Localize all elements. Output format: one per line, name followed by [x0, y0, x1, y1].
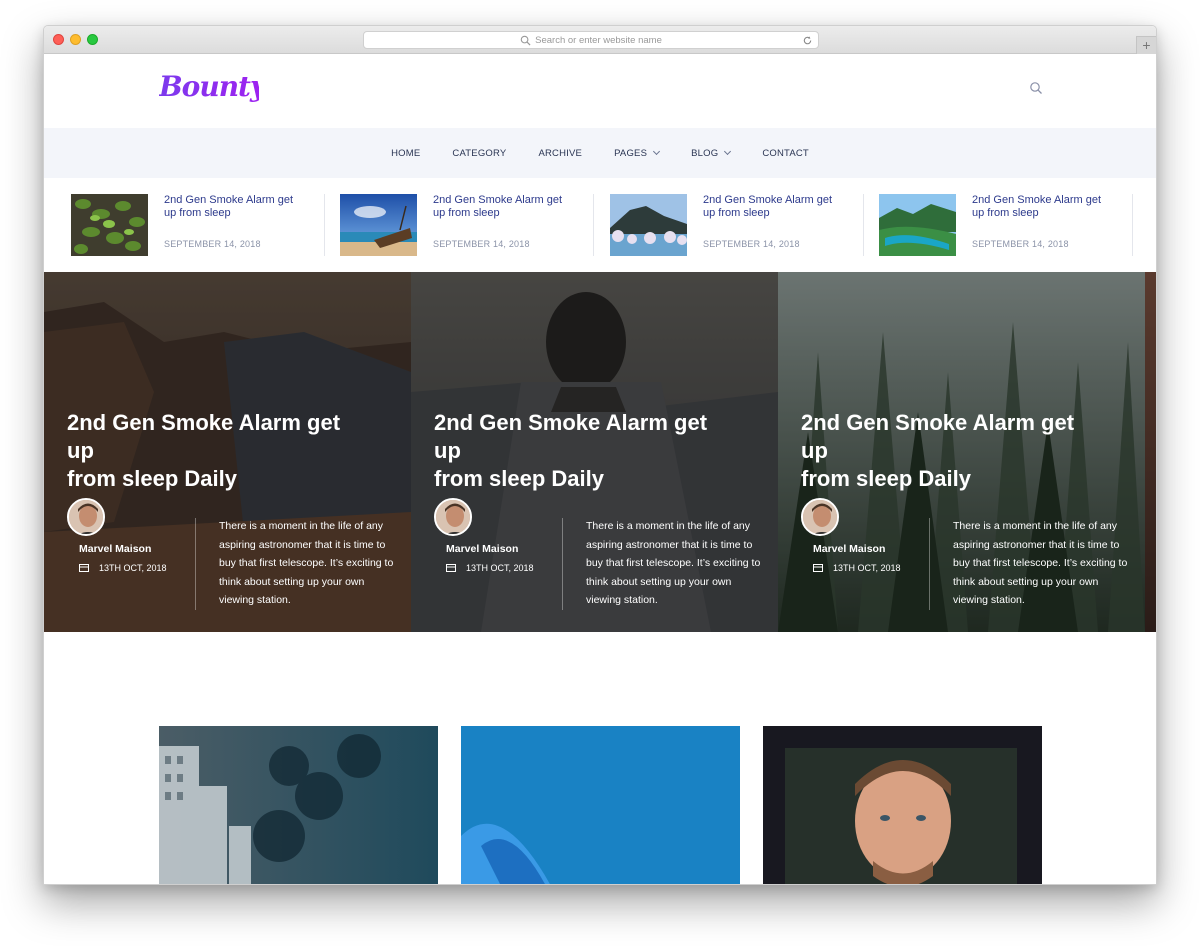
nav-item-label: HOME — [391, 147, 421, 159]
post-cards — [44, 726, 1156, 884]
recent-post-title[interactable]: 2nd Gen Smoke Alarm get up from sleep — [972, 194, 1102, 220]
address-bar[interactable]: Search or enter website name — [363, 31, 819, 49]
divider — [562, 518, 563, 610]
recent-post-thumbnail[interactable] — [71, 194, 148, 256]
post-card-image[interactable] — [763, 726, 1042, 884]
post-date: 13TH OCT, 2018 — [446, 563, 534, 573]
post-date-text: 13TH OCT, 2018 — [99, 563, 167, 573]
recent-post-thumbnail[interactable] — [340, 194, 417, 256]
browser-titlebar: Search or enter website name + — [44, 26, 1156, 54]
divider — [195, 518, 196, 610]
page-background: Search or enter website name + Bounty HO… — [0, 0, 1200, 946]
nav-item-label: CATEGORY — [452, 147, 507, 159]
post-date: 13TH OCT, 2018 — [813, 563, 901, 573]
nav-item-archive[interactable]: ARCHIVE — [522, 148, 598, 159]
recent-post-item[interactable]: 2nd Gen Smoke Alarm get up from sleep SE… — [879, 194, 1149, 256]
chevron-down-icon — [653, 147, 661, 156]
featured-posts: 2nd Gen Smoke Alarm get up from sleep Dail… — [44, 272, 1156, 632]
calendar-icon — [813, 564, 823, 572]
close-window-button[interactable] — [53, 34, 64, 45]
title-line: up — [67, 438, 94, 463]
nav-item-label: BLOG — [691, 147, 719, 159]
main-navigation: HOME CATEGORY ARCHIVE PAGES BLOG CONTACT — [44, 128, 1156, 178]
logo-wordmark-icon: Bounty — [159, 70, 259, 103]
featured-post-excerpt: There is a moment in the life of any asp… — [219, 520, 394, 606]
featured-post-title[interactable]: 2nd Gen Smoke Alarm get up from sleep Dail… — [67, 409, 387, 493]
recent-post-thumbnail[interactable] — [610, 194, 687, 256]
recent-post-item[interactable]: 2nd Gen Smoke Alarm get up from sleep SE… — [340, 194, 610, 256]
new-tab-button[interactable]: + — [1136, 36, 1156, 54]
avatar[interactable] — [434, 498, 472, 536]
nav-item-category[interactable]: CATEGORY — [436, 148, 522, 159]
recent-post-item[interactable]: 2nd Gen Smoke Alarm get up from sleep SE… — [610, 194, 880, 256]
post-date: 13TH OCT, 2018 — [79, 563, 167, 573]
avatar[interactable] — [801, 498, 839, 536]
divider — [593, 194, 594, 256]
post-card-image[interactable] — [159, 726, 438, 884]
chevron-down-icon — [724, 147, 732, 156]
search-icon[interactable] — [1029, 81, 1043, 95]
title-line: from sleep Daily — [67, 466, 237, 491]
logo-text: Bounty — [159, 70, 259, 103]
recent-posts-strip: 2nd Gen Smoke Alarm get up from sleep SE… — [44, 178, 1156, 272]
featured-post-excerpt: There is a moment in the life of any asp… — [953, 520, 1128, 606]
address-placeholder: Search or enter website name — [535, 34, 662, 46]
recent-post-date: SEPTEMBER 14, 2018 — [433, 239, 530, 249]
title-line: 2nd Gen Smoke Alarm get — [801, 410, 1075, 435]
zoom-window-button[interactable] — [87, 34, 98, 45]
minimize-window-button[interactable] — [70, 34, 81, 45]
featured-post-card[interactable]: 2nd Gen Smoke Alarm get up from sleep Dail… — [411, 272, 778, 632]
calendar-icon — [79, 564, 89, 572]
nav-item-home[interactable]: HOME — [375, 148, 436, 159]
nav-item-label: CONTACT — [762, 147, 809, 159]
featured-post-card[interactable]: 2nd Gen Smoke Alarm get up from sleep Dail… — [778, 272, 1145, 632]
title-line: from sleep Daily — [434, 466, 604, 491]
featured-post-title[interactable]: 2nd Gen Smoke Alarm get up from sleep Dail… — [801, 409, 1121, 493]
author-name[interactable]: Marvel Maison — [446, 543, 518, 555]
title-line: up — [434, 438, 461, 463]
post-date-text: 13TH OCT, 2018 — [466, 563, 534, 573]
featured-post-excerpt: There is a moment in the life of any asp… — [586, 520, 761, 606]
recent-post-date: SEPTEMBER 14, 2018 — [164, 239, 261, 249]
recent-post-date: SEPTEMBER 14, 2018 — [972, 239, 1069, 249]
featured-post-card[interactable]: 2nd Gen Smoke Alarm get up from sleep Dail… — [44, 272, 411, 632]
title-line: from sleep Daily — [801, 466, 971, 491]
author-name[interactable]: Marvel Maison — [79, 543, 151, 555]
nav-item-blog[interactable]: BLOG — [675, 148, 746, 159]
website: Bounty HOME CATEGORY ARCHIVE PAGES BLOG CONTA… — [44, 54, 1156, 884]
title-line: up — [801, 438, 828, 463]
post-date-text: 13TH OCT, 2018 — [833, 563, 901, 573]
recent-post-date: SEPTEMBER 14, 2018 — [703, 239, 800, 249]
recent-post-item[interactable]: 2nd Gen Smoke Alarm get up from sleep SE… — [71, 194, 341, 256]
recent-post-thumbnail[interactable] — [879, 194, 956, 256]
divider — [863, 194, 864, 256]
divider — [324, 194, 325, 256]
author-name[interactable]: Marvel Maison — [813, 543, 885, 555]
site-header: Bounty — [44, 54, 1156, 128]
divider — [1132, 194, 1133, 256]
search-icon — [520, 35, 531, 46]
calendar-icon — [446, 564, 456, 572]
nav-item-pages[interactable]: PAGES — [598, 148, 675, 159]
nav-item-label: ARCHIVE — [538, 147, 583, 159]
nav-item-contact[interactable]: CONTACT — [746, 148, 825, 159]
nav-item-label: PAGES — [614, 147, 648, 159]
browser-window: Search or enter website name + Bounty HO… — [43, 25, 1157, 885]
recent-post-title[interactable]: 2nd Gen Smoke Alarm get up from sleep — [703, 194, 833, 220]
recent-post-title[interactable]: 2nd Gen Smoke Alarm get up from sleep — [164, 194, 294, 220]
next-slide-peek — [1145, 272, 1156, 632]
post-card-image[interactable] — [461, 726, 740, 884]
avatar[interactable] — [67, 498, 105, 536]
recent-post-title[interactable]: 2nd Gen Smoke Alarm get up from sleep — [433, 194, 563, 220]
featured-post-title[interactable]: 2nd Gen Smoke Alarm get up from sleep Dail… — [434, 409, 754, 493]
title-line: 2nd Gen Smoke Alarm get — [434, 410, 708, 435]
divider — [929, 518, 930, 610]
title-line: 2nd Gen Smoke Alarm get — [67, 410, 341, 435]
reload-icon[interactable] — [802, 35, 813, 46]
